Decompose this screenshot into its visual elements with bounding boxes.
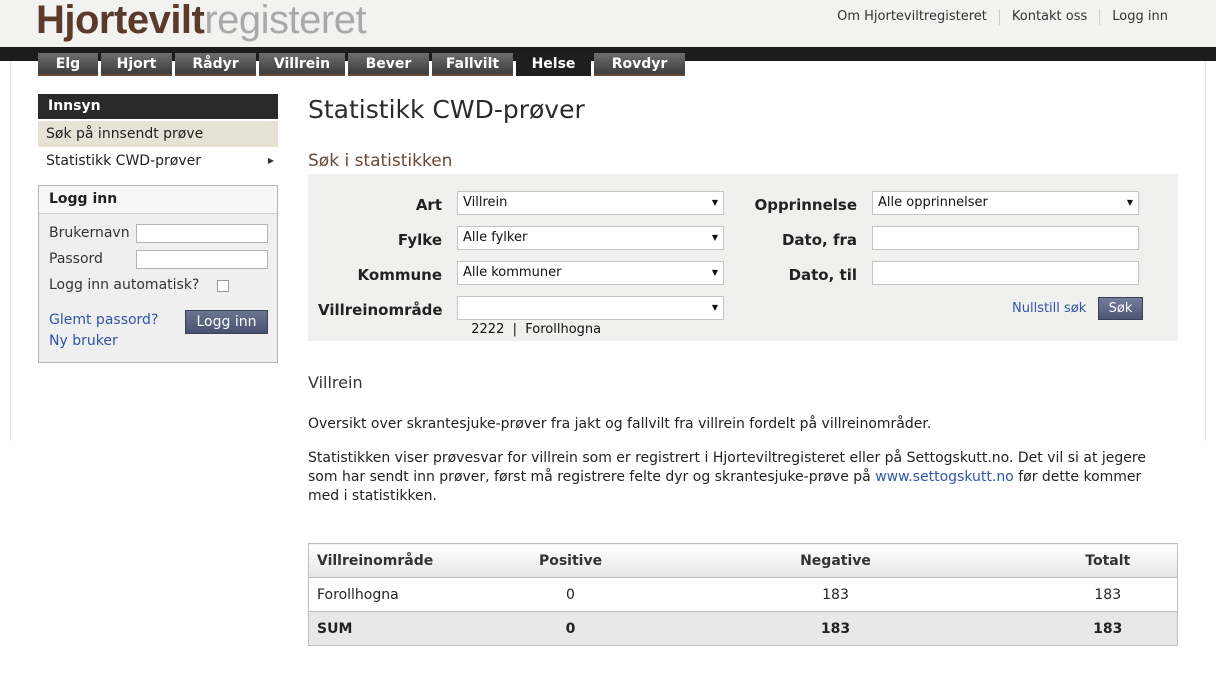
opprinnelse-select[interactable]: Alle opprinnelser ▼ <box>872 191 1139 215</box>
password-input[interactable] <box>136 250 268 269</box>
password-label: Passord <box>49 251 103 267</box>
settogskutt-link[interactable]: www.settogskutt.no <box>875 469 1014 485</box>
sum-negative: 183 <box>632 611 1039 646</box>
table-header-row: Villreinområde Positive Negative Totalt <box>308 543 1178 578</box>
auto-login-checkbox[interactable] <box>217 280 229 292</box>
dropdown-arrow-icon: ▼ <box>1126 198 1133 207</box>
nav-tab-elg[interactable]: Elg <box>38 53 98 76</box>
main-nav: Elg Hjort Rådyr Villrein Bever Fallvilt … <box>38 53 688 76</box>
sidebar-item-label: Søk på innsendt prøve <box>46 126 204 142</box>
fylke-select[interactable]: Alle fylker ▼ <box>457 226 724 250</box>
kommune-label: Kommune <box>357 266 442 284</box>
dato-til-label: Dato, til <box>788 266 857 284</box>
login-button[interactable]: Logg inn <box>185 310 268 334</box>
intro-paragraph: Oversikt over skrantesjuke-prøver fra ja… <box>308 416 932 432</box>
cell-positive: 0 <box>508 577 633 612</box>
chevron-right-icon: ▶ <box>267 156 274 165</box>
nav-tab-radyr[interactable]: Rådyr <box>175 53 256 76</box>
column-header: Totalt <box>1038 543 1178 578</box>
villreinomrade-label: Villreinområde <box>318 301 443 319</box>
sidebar-item-statistikk[interactable]: Statistikk CWD-prøver ▶ <box>38 148 278 174</box>
art-label: Art <box>415 196 442 214</box>
statistics-table: Villreinområde Positive Negative Totalt … <box>308 543 1178 646</box>
page-title: Statistikk CWD-prøver <box>308 95 585 124</box>
sum-label: SUM <box>308 611 509 646</box>
table-row: Forollhogna 0 183 183 <box>308 577 1178 612</box>
sidebar-item-label: Statistikk CWD-prøver <box>46 153 201 169</box>
nav-tab-helse[interactable]: Helse <box>516 53 591 76</box>
dropdown-arrow-icon: ▼ <box>711 268 718 277</box>
kommune-value: Alle kommuner <box>463 265 562 280</box>
art-value: Villrein <box>463 195 508 210</box>
username-label: Brukernavn <box>49 225 130 241</box>
page-border-left <box>10 61 11 441</box>
nav-tab-bever[interactable]: Bever <box>348 53 429 76</box>
opprinnelse-label: Opprinnelse <box>754 196 857 214</box>
page-border-right <box>1205 61 1206 441</box>
dropdown-arrow-icon: ▼ <box>711 303 718 312</box>
art-select[interactable]: Villrein ▼ <box>457 191 724 215</box>
villreinomrade-value: 2222 | Forollhogna <box>471 322 602 337</box>
nav-tab-hjort[interactable]: Hjort <box>101 53 172 76</box>
cell-total: 183 <box>1038 577 1178 612</box>
cell-negative: 183 <box>632 577 1039 612</box>
login-title: Logg inn <box>39 186 277 214</box>
reset-search-link[interactable]: Nullstill søk <box>1012 301 1086 316</box>
nav-tab-fallvilt[interactable]: Fallvilt <box>432 53 513 76</box>
about-link[interactable]: Om Hjorteviltregisteret <box>825 9 999 25</box>
dropdown-arrow-icon: ▼ <box>711 198 718 207</box>
login-link[interactable]: Logg inn <box>1099 9 1180 25</box>
new-user-link[interactable]: Ny bruker <box>49 333 118 349</box>
fylke-value: Alle fylker <box>463 230 528 245</box>
dato-til-input[interactable] <box>872 261 1139 285</box>
top-links: Om Hjorteviltregisteret Kontakt oss Logg… <box>825 9 1180 25</box>
sidebar-title: Innsyn <box>38 94 278 119</box>
column-header: Villreinområde <box>308 543 509 578</box>
nav-tab-rovdyr[interactable]: Rovdyr <box>594 53 685 76</box>
search-button[interactable]: Søk <box>1098 297 1143 320</box>
kommune-select[interactable]: Alle kommuner ▼ <box>457 261 724 285</box>
contact-link[interactable]: Kontakt oss <box>998 9 1099 25</box>
table-sum-row: SUM 0 183 183 <box>308 611 1178 646</box>
nav-tab-villrein[interactable]: Villrein <box>259 53 345 76</box>
column-header: Positive <box>508 543 633 578</box>
site-header: Hjorteviltregisteret Om Hjorteviltregist… <box>0 0 1216 47</box>
villreinomrade-select[interactable]: 2222 | Forollhogna ▼ <box>457 296 724 337</box>
dropdown-arrow-icon: ▼ <box>711 233 718 242</box>
auto-login-label: Logg inn automatisk? <box>49 277 200 293</box>
forgot-password-link[interactable]: Glemt passord? <box>49 312 158 328</box>
sum-total: 183 <box>1038 611 1178 646</box>
opprinnelse-value: Alle opprinnelser <box>878 195 988 210</box>
sidebar-item-sok-prove[interactable]: Søk på innsendt prøve <box>38 121 278 147</box>
search-section-title: Søk i statistikken <box>308 151 453 171</box>
dato-fra-label: Dato, fra <box>781 231 857 249</box>
username-input[interactable] <box>136 224 268 243</box>
sum-positive: 0 <box>508 611 633 646</box>
column-header: Negative <box>632 543 1039 578</box>
login-panel: Logg inn Brukernavn Passord Logg inn aut… <box>38 185 278 363</box>
site-logo[interactable]: Hjorteviltregisteret <box>36 0 367 43</box>
logo-part1: Hjortevilt <box>36 0 205 42</box>
fylke-label: Fylke <box>397 231 442 249</box>
cell-area: Forollhogna <box>308 577 509 612</box>
dato-fra-input[interactable] <box>872 226 1139 250</box>
info-paragraph: Statistikken viser prøvesvar for villrei… <box>308 449 1168 506</box>
logo-part2: registeret <box>204 0 367 42</box>
section-title: Villrein <box>308 373 363 392</box>
